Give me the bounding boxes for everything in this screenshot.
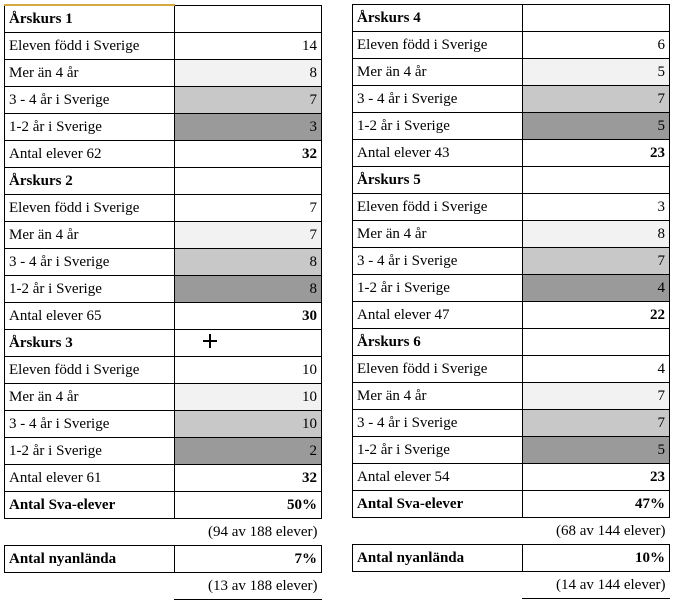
row-label: Mer än 4 år	[5, 60, 175, 87]
nyan-label: Antal nyanlända	[353, 545, 523, 572]
row-label: 1-2 år i Sverige	[5, 438, 175, 465]
total-label: Antal elever 61	[5, 465, 175, 492]
total-label: Antal elever 43	[353, 140, 523, 167]
row-label: 1-2 år i Sverige	[353, 113, 523, 140]
row-label: 1-2 år i Sverige	[5, 114, 175, 141]
row-value: 10	[174, 357, 321, 384]
row-value: 7	[522, 86, 669, 113]
group-title: Årskurs 1	[5, 5, 175, 33]
total-value: 23	[522, 464, 669, 491]
row-label: 3 - 4 år i Sverige	[5, 87, 175, 114]
group-title: Årskurs 2	[5, 168, 175, 195]
row-value: 10	[174, 411, 321, 438]
row-label: Eleven född i Sverige	[353, 194, 523, 221]
row-label: Mer än 4 år	[353, 383, 523, 410]
empty-cell	[353, 518, 523, 545]
empty-cell	[174, 168, 321, 195]
row-value: 7	[174, 195, 321, 222]
group-title: Årskurs 3	[5, 330, 175, 357]
nyan-note: (14 av 144 elever)	[522, 572, 669, 599]
row-value: 4	[522, 275, 669, 302]
row-label: Eleven född i Sverige	[353, 356, 523, 383]
row-value: 10	[174, 384, 321, 411]
row-label: Eleven född i Sverige	[5, 33, 175, 60]
row-value: 5	[522, 437, 669, 464]
empty-cell	[174, 5, 321, 33]
empty-cell	[522, 5, 669, 32]
row-value: 14	[174, 33, 321, 60]
row-label: Eleven född i Sverige	[5, 357, 175, 384]
empty-cell	[522, 329, 669, 356]
nyan-value: 7%	[174, 546, 321, 573]
row-value: 7	[522, 248, 669, 275]
left-table: Årskurs 1 Eleven född i Sverige14 Mer än…	[4, 4, 322, 600]
group-title: Årskurs 4	[353, 5, 523, 32]
nyan-value: 10%	[522, 545, 669, 572]
row-value: 2	[174, 438, 321, 465]
group-title: Årskurs 5	[353, 167, 523, 194]
row-value: 4	[522, 356, 669, 383]
sva-note: (94 av 188 elever)	[174, 519, 321, 546]
total-value: 30	[174, 303, 321, 330]
total-label: Antal elever 65	[5, 303, 175, 330]
total-label: Antal elever 47	[353, 302, 523, 329]
row-value: 7	[174, 87, 321, 114]
total-value: 32	[174, 141, 321, 168]
total-value: 32	[174, 465, 321, 492]
row-value: 6	[522, 32, 669, 59]
left-column: Årskurs 1 Eleven född i Sverige14 Mer än…	[4, 4, 322, 600]
row-value: 7	[522, 410, 669, 437]
sva-value: 50%	[174, 492, 321, 519]
row-value: 8	[174, 60, 321, 87]
empty-cell	[5, 573, 175, 600]
row-value: 5	[522, 113, 669, 140]
row-label: 3 - 4 år i Sverige	[5, 411, 175, 438]
row-label: 1-2 år i Sverige	[353, 437, 523, 464]
row-label: Mer än 4 år	[5, 384, 175, 411]
row-label: 3 - 4 år i Sverige	[353, 248, 523, 275]
right-table: Årskurs 4 Eleven född i Sverige6 Mer än …	[352, 4, 670, 599]
row-label: Eleven född i Sverige	[353, 32, 523, 59]
sva-label: Antal Sva-elever	[5, 492, 175, 519]
row-value: 8	[174, 276, 321, 303]
sva-label: Antal Sva-elever	[353, 491, 523, 518]
nyan-note: (13 av 188 elever)	[174, 573, 321, 600]
group-title: Årskurs 6	[353, 329, 523, 356]
row-label: Mer än 4 år	[5, 222, 175, 249]
sva-value: 47%	[522, 491, 669, 518]
total-label: Antal elever 54	[353, 464, 523, 491]
total-value: 23	[522, 140, 669, 167]
empty-cell	[522, 167, 669, 194]
right-column: Årskurs 4 Eleven född i Sverige6 Mer än …	[352, 4, 670, 600]
sva-note: (68 av 144 elever)	[522, 518, 669, 545]
row-label: 1-2 år i Sverige	[353, 275, 523, 302]
row-label: 3 - 4 år i Sverige	[353, 410, 523, 437]
empty-cell	[353, 572, 523, 599]
row-label: 1-2 år i Sverige	[5, 276, 175, 303]
empty-cell	[174, 330, 321, 357]
row-value: 7	[174, 222, 321, 249]
row-value: 3	[522, 194, 669, 221]
total-label: Antal elever 62	[5, 141, 175, 168]
row-value: 7	[522, 383, 669, 410]
row-value: 8	[522, 221, 669, 248]
nyan-label: Antal nyanlända	[5, 546, 175, 573]
row-label: 3 - 4 år i Sverige	[5, 249, 175, 276]
row-label: Mer än 4 år	[353, 221, 523, 248]
row-value: 3	[174, 114, 321, 141]
row-label: 3 - 4 år i Sverige	[353, 86, 523, 113]
row-value: 5	[522, 59, 669, 86]
empty-cell	[5, 519, 175, 546]
row-value: 8	[174, 249, 321, 276]
row-label: Mer än 4 år	[353, 59, 523, 86]
total-value: 22	[522, 302, 669, 329]
row-label: Eleven född i Sverige	[5, 195, 175, 222]
